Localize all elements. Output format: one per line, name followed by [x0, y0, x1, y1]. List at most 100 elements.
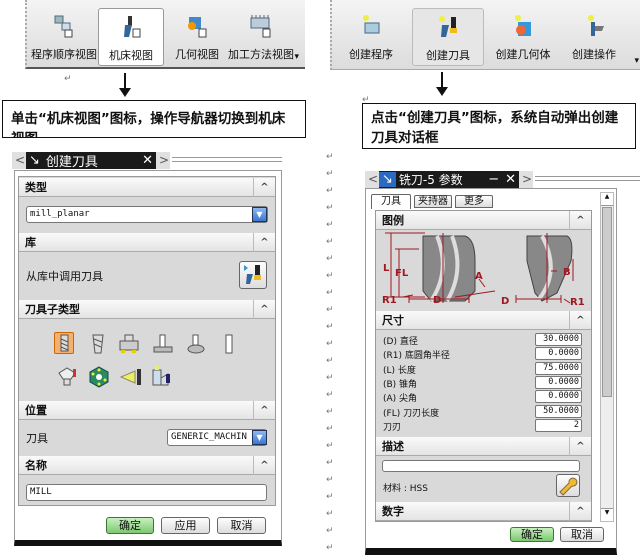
scroll-up-button[interactable]: ▲ — [601, 193, 613, 206]
collapse-icon[interactable]: ^ — [253, 401, 275, 420]
type-select[interactable]: mill_planar — [26, 206, 268, 223]
apply-button[interactable]: 应用 — [161, 517, 210, 534]
create-geometry-icon — [512, 14, 534, 38]
nav-next-button[interactable]: > — [519, 171, 533, 188]
scroll-down-button[interactable]: ▼ — [601, 508, 613, 521]
tool-name-input[interactable]: MILL — [26, 484, 267, 501]
mill-subtype-icon[interactable] — [54, 332, 74, 354]
create-operation-button[interactable]: 创建操作 — [566, 8, 622, 66]
paragraph-mark: ↵ — [326, 322, 334, 332]
param-value-input[interactable]: 0.0000 — [535, 390, 582, 404]
legend-label-a: A — [475, 271, 483, 282]
section-dimensions[interactable]: 尺寸 ^ — [376, 311, 591, 330]
face-mill-subtype-icon[interactable] — [118, 333, 139, 355]
paragraph-mark: ↵ — [326, 509, 334, 519]
param-value-input[interactable]: 30.0000 — [535, 333, 582, 346]
insert-toolbar: 创建程序 创建刀具 创建几何体 创建操作 ▾ — [330, 0, 640, 70]
thread-mill-subtype-icon[interactable] — [220, 333, 240, 355]
material-select-button[interactable] — [556, 474, 580, 497]
section-description[interactable]: 描述 ^ — [376, 437, 591, 456]
section-numbers[interactable]: 数字 ^ — [376, 502, 591, 521]
t-slot-subtype-icon[interactable] — [152, 333, 173, 355]
program-order-view-button[interactable]: 程序顺序视图 — [31, 8, 97, 66]
param-label: (FL) 刀刃长度 — [383, 408, 440, 419]
collapse-icon[interactable]: ^ — [569, 502, 591, 521]
machining-method-view-button[interactable]: 加工方法视图 — [227, 8, 295, 66]
pin-icon[interactable]: ↘ — [26, 153, 43, 168]
cancel-button[interactable]: 取消 — [217, 517, 266, 534]
close-button[interactable]: ✕ — [502, 172, 519, 187]
section-name[interactable]: 名称 ^ — [19, 456, 275, 475]
barrel-subtype-icon[interactable] — [185, 333, 205, 355]
collapse-icon[interactable]: ^ — [569, 437, 591, 456]
paragraph-mark: ↵ — [326, 254, 334, 264]
nav-prev-button[interactable]: < — [12, 152, 26, 169]
section-tool-subtype[interactable]: 刀具子类型 ^ — [19, 300, 275, 319]
wrench-icon — [559, 477, 578, 496]
tab-tool[interactable]: 刀具 — [371, 194, 411, 209]
collapse-icon[interactable]: ^ — [569, 211, 591, 230]
machine-view-button[interactable]: 机床视图 — [98, 8, 164, 66]
machine-view-icon — [120, 15, 142, 39]
mill-user-subtype-icon[interactable] — [56, 365, 76, 387]
geometry-view-button[interactable]: 几何视图 — [172, 8, 222, 66]
section-legend[interactable]: 图例 ^ — [376, 211, 591, 230]
nav-next-button[interactable]: > — [156, 152, 170, 169]
legend-label-d: D — [501, 296, 509, 307]
machining-method-view-icon — [250, 14, 272, 38]
tool-holder-subtype-icon[interactable] — [119, 366, 143, 388]
legend-label-d: D — [433, 295, 441, 306]
section-type[interactable]: 类型 ^ — [19, 178, 275, 197]
paragraph-mark: ↵ — [326, 152, 334, 162]
paragraph-mark: ↵ — [326, 186, 334, 196]
vertical-scrollbar[interactable]: ▲ ▼ — [600, 192, 614, 522]
dialog-title: 创建刀具 — [45, 155, 98, 170]
collapse-icon[interactable]: ^ — [253, 233, 275, 252]
collapse-icon[interactable]: ^ — [253, 178, 275, 197]
chamfer-mill-subtype-icon[interactable] — [88, 333, 108, 355]
description-input[interactable] — [382, 460, 580, 472]
ok-button[interactable]: 确定 — [106, 517, 154, 534]
ok-button[interactable]: 确定 — [510, 527, 554, 542]
collapse-icon[interactable]: ^ — [253, 300, 275, 319]
toolbar-overflow-icon[interactable]: ▾ — [294, 52, 299, 62]
collapse-icon[interactable]: ^ — [253, 456, 275, 475]
carrier-subtype-icon[interactable] — [88, 366, 109, 388]
tab-holder[interactable]: 夹持器 — [414, 195, 452, 208]
cancel-button[interactable]: 取消 — [560, 527, 604, 542]
collapse-icon[interactable]: ^ — [569, 311, 591, 330]
param-label: (L) 长度 — [383, 365, 416, 376]
create-tool-icon — [437, 15, 459, 39]
create-program-icon — [360, 14, 382, 38]
legend-label-r1: R1 — [570, 297, 585, 308]
material-label: 材料 : HSS — [383, 484, 428, 494]
section-library[interactable]: 库 ^ — [19, 233, 275, 252]
param-value-input[interactable]: 0.0000 — [535, 375, 582, 389]
paragraph-mark: ↵ — [326, 339, 334, 349]
param-value-input[interactable]: 0.0000 — [535, 347, 582, 361]
section-location[interactable]: 位置 ^ — [19, 401, 275, 420]
type-dropdown-icon[interactable]: ▼ — [252, 207, 267, 222]
minimize-button[interactable]: − — [485, 172, 502, 187]
paragraph-mark: ↵ — [326, 441, 334, 451]
dialog-title: 铣刀-5 参数 — [398, 173, 463, 187]
create-program-button[interactable]: 创建程序 — [344, 8, 398, 66]
paragraph-mark: ↵ — [326, 373, 334, 383]
paragraph-mark: ↵ — [326, 288, 334, 298]
retrieve-tool-from-library-button[interactable] — [239, 261, 267, 289]
head-subtype-icon[interactable] — [150, 365, 170, 387]
paragraph-mark: ↵ — [326, 526, 334, 536]
tab-more[interactable]: 更多 — [455, 195, 493, 208]
pin-icon[interactable]: ↘ — [379, 172, 396, 187]
nav-prev-button[interactable]: < — [365, 171, 379, 188]
param-value-input[interactable]: 75.0000 — [535, 361, 582, 375]
param-value-input[interactable]: 2 — [535, 418, 582, 432]
toolbar-overflow-icon[interactable]: ▾ — [634, 56, 639, 66]
location-dropdown-icon[interactable]: ▼ — [252, 430, 267, 445]
create-geometry-button[interactable]: 创建几何体 — [492, 8, 554, 66]
close-button[interactable]: ✕ — [139, 153, 156, 168]
paragraph-mark: ↵ — [326, 543, 334, 553]
scroll-thumb[interactable] — [602, 207, 612, 397]
create-tool-button[interactable]: 创建刀具 — [412, 8, 484, 66]
param-value-input[interactable]: 50.0000 — [535, 404, 582, 418]
